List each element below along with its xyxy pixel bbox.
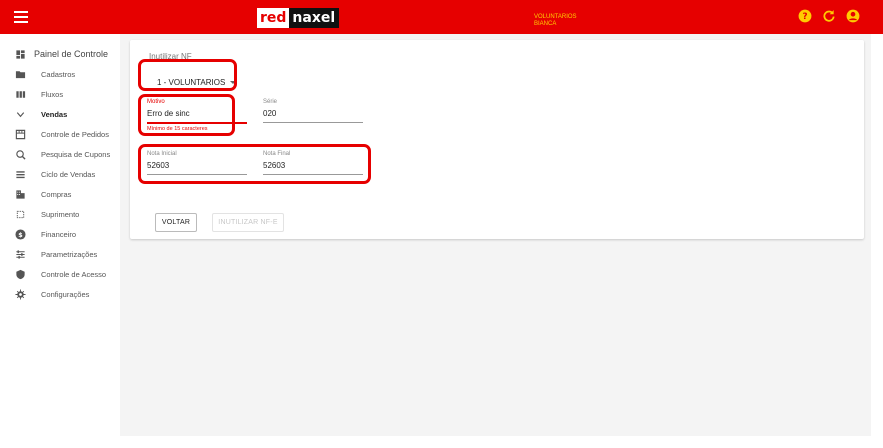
motivo-error: Mínimo de 15 caracteres — [147, 126, 208, 132]
sidebar-item-controle-acesso[interactable]: Controle de Acesso — [0, 266, 120, 282]
nota-final-field[interactable]: Nota Final 52603 — [263, 150, 363, 175]
company-select[interactable]: 1 - VOLUNTARIOS — [157, 75, 237, 89]
sidebar-item-compras[interactable]: Compras — [0, 186, 120, 202]
top-bar: red naxel VOLUNTARIOS BIANCA ? — [0, 0, 883, 34]
help-icon[interactable]: ? — [798, 9, 812, 23]
organization-label: VOLUNTARIOS BIANCA — [534, 14, 577, 27]
motivo-field[interactable]: Motivo Erro de sinc Mínimo de 15 caracte… — [147, 98, 247, 133]
refresh-icon[interactable] — [822, 9, 836, 23]
list-icon — [14, 168, 26, 180]
form-card: Inutilizar NF 1 - VOLUNTARIOS Motivo Err… — [130, 40, 864, 239]
pedidos-icon — [14, 128, 26, 140]
sidebar-item-ciclo-vendas[interactable]: Ciclo de Vendas — [0, 166, 120, 182]
page-title: Inutilizar NF — [149, 52, 192, 61]
sliders-icon — [14, 248, 26, 260]
sidebar-item-configuracoes[interactable]: Configurações — [0, 286, 120, 302]
sidebar-item-controle-pedidos[interactable]: Controle de Pedidos — [0, 126, 120, 142]
shield-icon — [14, 268, 26, 280]
search-refresh-icon — [14, 148, 26, 160]
sidebar-item-financeiro[interactable]: $ Financeiro — [0, 226, 120, 242]
svg-text:$: $ — [18, 230, 23, 238]
inutilizar-nfe-button: INUTILIZAR NF-E — [212, 213, 284, 232]
caret-down-icon — [230, 80, 237, 84]
nota-inicial-field[interactable]: Nota Inicial 52603 — [147, 150, 247, 175]
svg-text:?: ? — [802, 12, 807, 22]
folder-icon — [14, 68, 26, 80]
building-icon — [14, 188, 26, 200]
app-logo: red naxel — [257, 8, 340, 28]
sidebar: Painel de Controle Cadastros Fluxos Vend… — [0, 34, 120, 448]
crop-icon — [14, 208, 26, 220]
menu-icon[interactable] — [14, 11, 28, 23]
dashboard-icon — [14, 48, 26, 60]
sidebar-item-pesquisa-cupons[interactable]: Pesquisa de Cupons — [0, 146, 120, 162]
voltar-button[interactable]: VOLTAR — [155, 213, 197, 232]
sidebar-item-painel[interactable]: Painel de Controle — [0, 46, 120, 62]
scrollbar-area — [871, 34, 883, 436]
account-icon[interactable] — [846, 9, 860, 23]
serie-field[interactable]: Série 020 — [263, 98, 363, 123]
main-content: Inutilizar NF 1 - VOLUNTARIOS Motivo Err… — [120, 34, 883, 436]
chevron-down-icon — [14, 108, 26, 120]
columns-icon — [14, 88, 26, 100]
sidebar-item-fluxos[interactable]: Fluxos — [0, 86, 120, 102]
sidebar-item-suprimento[interactable]: Suprimento — [0, 206, 120, 222]
sidebar-item-cadastros[interactable]: Cadastros — [0, 66, 120, 82]
dollar-icon: $ — [14, 228, 26, 240]
sidebar-item-vendas[interactable]: Vendas — [0, 106, 120, 122]
sidebar-item-parametrizacoes[interactable]: Parametrizações — [0, 246, 120, 262]
gear-icon — [14, 288, 26, 300]
